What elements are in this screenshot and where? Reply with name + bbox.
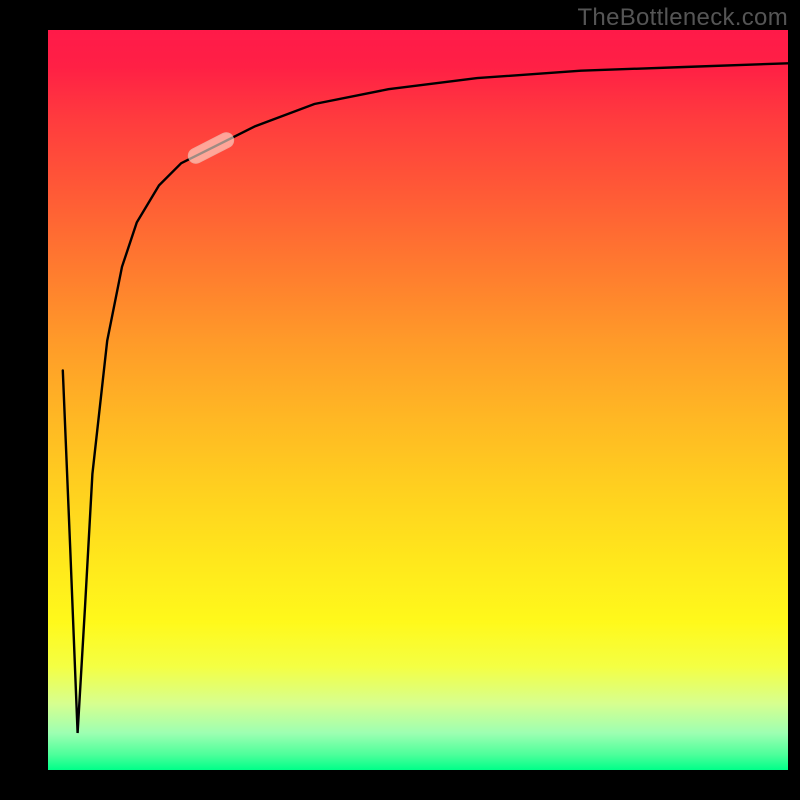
chart-stage: TheBottleneck.com xyxy=(0,0,800,800)
curve-svg xyxy=(48,30,788,770)
left-border xyxy=(0,0,48,800)
plot-area xyxy=(48,30,788,770)
watermark-text: TheBottleneck.com xyxy=(577,4,788,32)
bottleneck-curve-path xyxy=(63,63,788,733)
bottom-border xyxy=(0,770,800,800)
